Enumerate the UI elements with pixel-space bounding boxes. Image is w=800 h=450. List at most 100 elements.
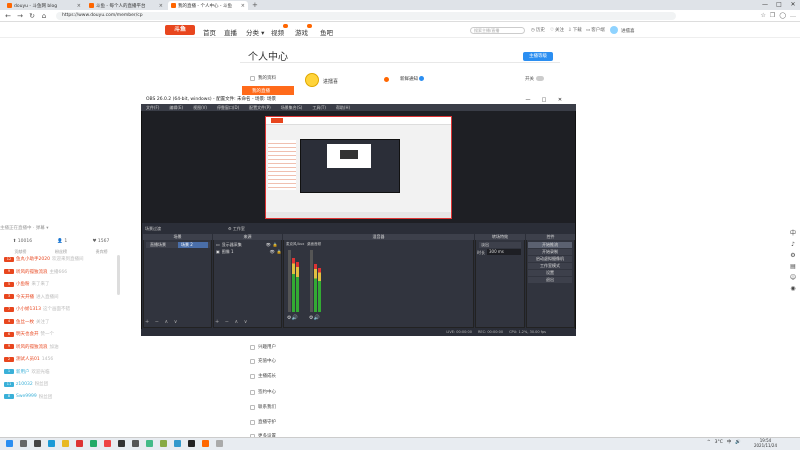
edit-icon[interactable] (384, 77, 389, 82)
eye-icon[interactable]: 👁 (270, 249, 275, 255)
eye-icon[interactable]: 👁 (266, 242, 271, 248)
close-icon[interactable]: × (241, 3, 245, 9)
volume-icon[interactable]: 🔊 (735, 440, 741, 445)
chat-nickname[interactable]: 测试人员01 (16, 356, 40, 362)
scene-item-selected[interactable]: 场景 2 (178, 242, 208, 248)
nav-live[interactable]: 直播 (224, 27, 237, 37)
tab-fans[interactable]: 粉丝榜 (55, 249, 67, 255)
browser-tab-3[interactable]: 我的直播 - 个人中心 - 斗鱼 × (168, 1, 248, 10)
source-row[interactable]: ▭ 显示器采集 👁 🔒 (216, 242, 278, 248)
collections-icon[interactable]: ❐ (770, 12, 775, 19)
obs-menu-scenes[interactable]: 场景集合(S) (281, 104, 303, 111)
task-view-icon[interactable] (34, 440, 41, 447)
chat-nickname[interactable]: Swe9999 (16, 394, 37, 399)
chat-nickname[interactable]: 小小娇1313 (16, 306, 41, 312)
app-icon[interactable] (146, 440, 153, 447)
app-icon[interactable] (118, 440, 125, 447)
chat-nickname[interactable]: 明天也会开 (16, 331, 39, 337)
menu-item-contact[interactable]: 联系我们 (250, 404, 276, 410)
emoji-icon[interactable]: ☺ (790, 274, 796, 281)
menu-item-guard[interactable]: 直播守护 (250, 419, 276, 425)
username[interactable]: 进擂喜 (621, 28, 635, 34)
edge-icon[interactable] (48, 440, 55, 447)
url-input[interactable]: https://www.douyu.com/member/cp (56, 11, 676, 20)
maximize-icon[interactable]: □ (536, 96, 552, 104)
app-icon[interactable] (76, 440, 83, 447)
chat-nickname[interactable]: 新用户 (16, 369, 30, 375)
exit-button[interactable]: 退出 (528, 277, 572, 283)
obs-menu-file[interactable]: 文件(F) (146, 104, 159, 111)
obs-menu-edit[interactable]: 编辑(E) (169, 104, 183, 111)
client-link[interactable]: ▭ 客户端 (586, 27, 605, 34)
start-streaming-button[interactable]: 开始推流 (528, 242, 572, 248)
search-icon[interactable] (20, 440, 27, 447)
follow-link[interactable]: ♡ 关注 (550, 27, 564, 34)
obs-preview-tools[interactable]: ⚙ 工作室 (228, 226, 245, 232)
ime-icon[interactable]: 中 (790, 228, 796, 237)
duration-input[interactable]: 300 ms (487, 249, 521, 255)
studio-mode-button[interactable]: 工作室模式 (528, 263, 572, 269)
anchor-level-button[interactable]: 主播等级 (523, 52, 553, 61)
close-icon[interactable]: × (159, 3, 163, 9)
desktop-controls[interactable]: ⚙🔊 (309, 315, 320, 321)
tray-expand-icon[interactable]: ^ (707, 440, 711, 445)
menu-item-recharge[interactable]: 充值中心 (250, 358, 276, 364)
menu-item-interest[interactable]: 兴趣用户 (250, 344, 276, 350)
browser-tab-1[interactable]: douyu - 斗鱼网 blog × (4, 1, 84, 10)
speaker-icon[interactable]: 🔊 (291, 315, 297, 321)
app-icon[interactable] (160, 440, 167, 447)
lock-icon[interactable]: 🔒 (273, 242, 278, 248)
chat-nickname[interactable]: 小鱼粉 (16, 281, 30, 287)
obs-menu-profile[interactable]: 配置文件(P) (249, 104, 271, 111)
settings-icon[interactable]: ⚙ (790, 252, 795, 259)
download-link[interactable]: ⇩ 下载 (568, 27, 582, 34)
mic-controls[interactable]: ⚙🔊 (287, 315, 298, 321)
browser-tab-2[interactable]: 斗鱼 - 每个人的直播平台 × (86, 1, 166, 10)
back-icon[interactable]: ← (4, 12, 12, 20)
obs-menu-docks[interactable]: 停靠窗口(D) (217, 104, 239, 111)
chat-scrollbar[interactable] (117, 255, 120, 295)
obs-menu-tools[interactable]: 工具(T) (312, 104, 326, 111)
chat-nickname[interactable]: z10032 (16, 382, 33, 387)
obs-menu-view[interactable]: 视图(V) (193, 104, 207, 111)
start-recording-button[interactable]: 开始录制 (528, 249, 572, 255)
sources-dock-buttons[interactable]: + − ∧ ∨ (215, 319, 249, 325)
speaker-icon[interactable]: 🔊 (313, 315, 319, 321)
nav-category[interactable]: 分类 ▾ (246, 27, 264, 37)
nav-video[interactable]: 视频 (271, 27, 284, 37)
reload-icon[interactable]: ↻ (28, 12, 36, 20)
chat-nickname[interactable]: 鱼丸小助手2020 (16, 256, 50, 262)
music-icon[interactable]: ♪ (791, 241, 795, 248)
forward-icon[interactable]: → (16, 12, 24, 20)
explorer-icon[interactable] (62, 440, 69, 447)
menu-icon[interactable]: … (790, 12, 796, 19)
tab-contribution[interactable]: 贡献榜 (14, 249, 26, 255)
start-icon[interactable] (6, 440, 13, 447)
virtual-camera-button[interactable]: 启动虚拟摄像机 (528, 256, 572, 262)
site-search-input[interactable]: 搜索主播/直播 (470, 27, 525, 34)
notify-toggle[interactable] (536, 76, 544, 81)
record-icon[interactable]: ◉ (790, 285, 795, 292)
chat-nickname[interactable]: 听风的孤独流浪 (16, 269, 48, 275)
new-tab-icon[interactable]: + (252, 1, 258, 9)
minimize-icon[interactable]: — (758, 0, 772, 10)
app-icon[interactable] (104, 440, 111, 447)
lock-icon[interactable]: 🔒 (277, 249, 282, 255)
settings-button[interactable]: 设置 (528, 270, 572, 276)
close-icon[interactable]: ✕ (552, 96, 568, 104)
app-icon[interactable] (90, 440, 97, 447)
home-icon[interactable]: ⌂ (40, 12, 48, 20)
tab-vip[interactable]: 贵宾榜 (96, 249, 108, 255)
menu-item-contract[interactable]: 签约中心 (250, 389, 276, 395)
star-icon[interactable]: ☆ (761, 12, 766, 19)
douyu-logo[interactable]: 斗鱼 (165, 25, 195, 35)
menu-item-profile[interactable]: 我的资料 (250, 75, 276, 81)
obs-menu-help[interactable]: 帮助(H) (336, 104, 350, 111)
nav-fishbar[interactable]: 鱼吧 (320, 27, 333, 37)
close-icon[interactable]: × (77, 3, 81, 9)
chat-nickname[interactable]: 鱼丝一枚 (16, 319, 34, 325)
nav-home[interactable]: 首页 (203, 27, 216, 37)
menu-item-growth[interactable]: 主播成长 (250, 373, 276, 379)
history-link[interactable]: ◷ 历史 (531, 27, 545, 34)
transition-select[interactable]: 淡出 (479, 242, 521, 248)
